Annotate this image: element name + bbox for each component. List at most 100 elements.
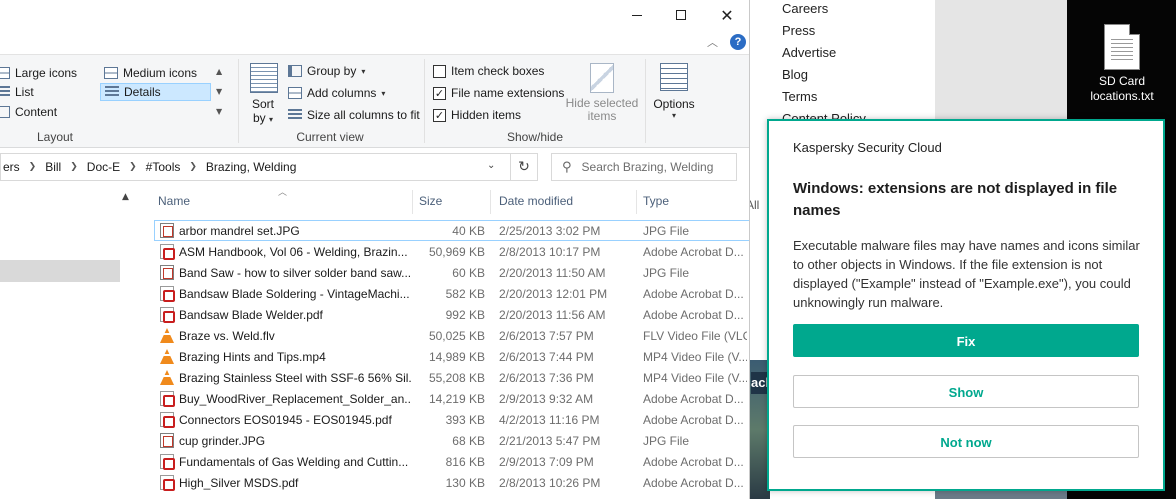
file-type: Adobe Acrobat D... (643, 475, 744, 490)
vlc-icon (160, 349, 174, 364)
file-row[interactable]: Connectors EOS01945 - EOS01945.pdf 393 KB… (154, 409, 749, 430)
sort-by-button[interactable]: Sort by ▾ (243, 97, 283, 127)
file-row[interactable]: arbor mandrel set.JPG 40 KB 2/25/2013 3:02… (154, 220, 749, 241)
file-row[interactable]: Brazing Hints and Tips.mp4 14,989 KB 2/6/2… (154, 346, 749, 367)
file-row[interactable]: Fundamentals of Gas Welding and Cuttin..… (154, 451, 749, 472)
checkbox[interactable] (433, 64, 446, 78)
breadcrumb-item[interactable]: Doc-E (85, 160, 122, 174)
address-history-chevron-icon[interactable]: ⌄ (487, 160, 495, 171)
group-by-button[interactable]: Group by ▾ (288, 62, 365, 80)
refresh-button[interactable]: ↻ (510, 153, 538, 181)
link-terms[interactable]: Terms (782, 89, 817, 104)
options-button[interactable]: Options ▾ (648, 97, 700, 120)
file-name: Brazing Hints and Tips.mp4 (179, 349, 326, 364)
file-size: 55,208 KB (428, 370, 485, 385)
options-icon[interactable] (660, 63, 688, 91)
not-now-button[interactable]: Not now (793, 425, 1139, 458)
ribbon-view-tab: Large icons Medium icons List Details Co… (0, 54, 749, 148)
file-name: Bandsaw Blade Welder.pdf (179, 307, 323, 322)
link-press[interactable]: Press (782, 23, 815, 38)
file-row[interactable]: Bandsaw Blade Soldering - VintageMachi..… (154, 283, 749, 304)
column-headers: Name Size Date modified Type (150, 190, 749, 214)
breadcrumb-item[interactable]: #Tools (144, 160, 183, 174)
file-row[interactable]: Buy_WoodRiver_Replacement_Solder_an... 14… (154, 388, 749, 409)
hidden-items-toggle[interactable]: ✓ Hidden items (433, 106, 521, 124)
column-date-modified[interactable]: Date modified (499, 194, 573, 208)
search-icon: ⚲ (562, 159, 572, 175)
file-row[interactable]: ASM Handbook, Vol 06 - Welding, Brazin..… (154, 241, 749, 262)
content-icon (0, 106, 10, 118)
layout-details[interactable]: Details (100, 83, 211, 101)
breadcrumb-item[interactable]: Bill (43, 160, 63, 174)
link-blog[interactable]: Blog (782, 67, 808, 82)
file-row[interactable]: High_Silver MSDS.pdf 130 KB 2/8/2013 10:26… (154, 472, 749, 493)
desktop-file-label[interactable]: SD Card locations.txt (1078, 74, 1166, 104)
file-row[interactable]: Brazing Stainless Steel with SSF-6 56% S… (154, 367, 749, 388)
size-all-columns-button[interactable]: Size all columns to fit (288, 106, 420, 124)
file-row[interactable]: Band Saw - how to silver solder band saw… (154, 262, 749, 283)
add-columns-icon (288, 87, 302, 99)
column-size[interactable]: Size (419, 194, 442, 208)
layout-medium-icons[interactable]: Medium icons (104, 64, 197, 82)
checkbox-checked[interactable]: ✓ (433, 86, 446, 100)
file-date-modified: 2/6/2013 7:57 PM (499, 328, 594, 343)
title-bar: ✕ (0, 0, 749, 30)
divider[interactable] (412, 190, 413, 214)
layout-more-icon[interactable]: ▼ (216, 107, 222, 116)
chevron-right-icon[interactable]: ❯ (182, 162, 204, 172)
file-row[interactable]: cup grinder.JPG 68 KB 2/21/2013 5:47 PM JPG… (154, 430, 749, 451)
chevron-right-icon[interactable]: ❯ (122, 162, 144, 172)
text-file-icon[interactable] (1104, 24, 1140, 70)
file-size: 68 KB (452, 433, 485, 448)
nav-scroll-up-icon[interactable]: ▲ (122, 192, 129, 202)
file-name-extensions-toggle[interactable]: ✓ File name extensions (433, 84, 564, 102)
divider (238, 59, 239, 143)
chevron-right-icon[interactable]: ❯ (22, 162, 44, 172)
layout-scroll-up-icon[interactable]: ▲ (216, 67, 222, 76)
layout-list[interactable]: List (0, 83, 34, 101)
file-date-modified: 2/20/2013 11:56 AM (499, 307, 606, 322)
collapse-ribbon-icon[interactable]: ︿ (707, 34, 729, 52)
sort-by-icon[interactable] (250, 63, 278, 93)
file-name: ASM Handbook, Vol 06 - Welding, Brazin..… (179, 244, 408, 259)
column-name[interactable]: Name (158, 194, 190, 208)
minimize-button[interactable] (614, 0, 660, 30)
nav-item-selected[interactable] (0, 260, 120, 282)
file-date-modified: 2/21/2013 5:47 PM (499, 433, 601, 448)
layout-scroll-down-icon[interactable]: ▼ (216, 87, 222, 96)
divider[interactable] (636, 190, 637, 214)
search-input[interactable]: ⚲ Search Brazing, Welding (551, 153, 737, 181)
file-size: 992 KB (445, 307, 485, 322)
help-icon[interactable]: ? (730, 34, 746, 50)
divider[interactable] (490, 190, 491, 214)
address-bar[interactable]: ers ❯ Bill ❯ Doc-E ❯ #Tools ❯ Brazing, W… (0, 153, 538, 181)
breadcrumb-item[interactable]: Brazing, Welding (204, 160, 299, 174)
column-type[interactable]: Type (643, 194, 669, 208)
file-size: 50,025 KB (428, 328, 485, 343)
show-button[interactable]: Show (793, 375, 1139, 408)
file-date-modified: 4/2/2013 11:16 PM (499, 412, 600, 427)
file-date-modified: 2/6/2013 7:44 PM (499, 349, 594, 364)
vlc-icon (160, 328, 174, 343)
fix-button[interactable]: Fix (793, 324, 1139, 357)
link-careers[interactable]: Careers (782, 1, 828, 16)
notification-title: Windows: extensions are not displayed in… (793, 180, 1118, 219)
file-explorer-window: ✕ ︿ ? Large icons Medium icons List Deta… (0, 0, 750, 499)
add-columns-button[interactable]: Add columns ▾ (288, 84, 385, 102)
close-button[interactable]: ✕ (704, 0, 749, 30)
maximize-button[interactable] (658, 0, 704, 30)
file-type: Adobe Acrobat D... (643, 454, 744, 469)
hide-selected-items-button[interactable]: Hide selected items (564, 97, 640, 123)
chevron-right-icon[interactable]: ❯ (63, 162, 85, 172)
breadcrumb-item[interactable]: ers (1, 160, 22, 174)
layout-content[interactable]: Content (0, 103, 57, 121)
file-row[interactable]: Bandsaw Blade Welder.pdf 992 KB 2/20/2013 … (154, 304, 749, 325)
link-advertise[interactable]: Advertise (782, 45, 836, 60)
item-check-boxes-toggle[interactable]: Item check boxes (433, 62, 544, 80)
file-row[interactable]: Braze vs. Weld.flv 50,025 KB 2/6/2013 7:57… (154, 325, 749, 346)
checkbox-checked[interactable]: ✓ (433, 108, 446, 122)
file-name: cup grinder.JPG (179, 433, 266, 448)
layout-group-label: Layout (36, 130, 74, 144)
file-name: Brazing Stainless Steel with SSF-6 56% S… (179, 370, 411, 385)
layout-large-icons[interactable]: Large icons (0, 64, 77, 82)
